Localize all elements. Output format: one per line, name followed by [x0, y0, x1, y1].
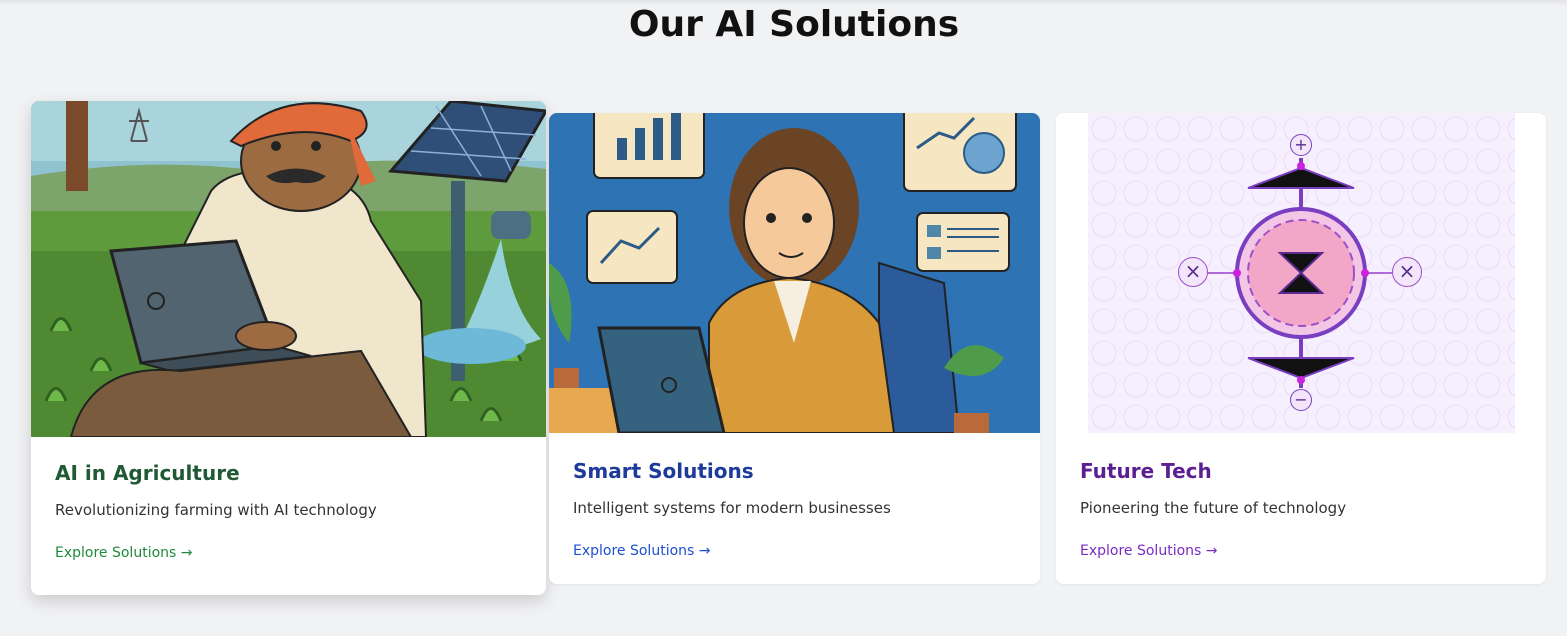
card-description: Intelligent systems for modern businesse…: [573, 499, 891, 517]
minus-icon: −: [1290, 389, 1312, 411]
card-description: Pioneering the future of technology: [1080, 499, 1347, 517]
explore-solutions-link[interactable]: Explore Solutions →: [573, 543, 711, 559]
card-future-tech[interactable]: + − × × Future Tech Pioneering the futur…: [1056, 113, 1546, 584]
card-description: Revolutionizing farming with AI technolo…: [55, 501, 377, 519]
farmer-illustration: [31, 101, 546, 437]
explore-solutions-link[interactable]: Explore Solutions →: [1080, 543, 1218, 559]
plus-icon: +: [1290, 134, 1312, 156]
card-agriculture[interactable]: AI in Agriculture Revolutionizing farmin…: [31, 101, 546, 595]
card-smart-solutions[interactable]: Smart Solutions Intelligent systems for …: [549, 113, 1040, 584]
card-title: Smart Solutions: [573, 459, 754, 483]
businesswoman-illustration: [549, 113, 1040, 433]
card-title: Future Tech: [1080, 459, 1212, 483]
card-title: AI in Agriculture: [55, 461, 240, 485]
explore-solutions-link[interactable]: Explore Solutions →: [55, 545, 193, 561]
close-icon: ×: [1392, 257, 1422, 287]
page-title: Our AI Solutions: [628, 4, 960, 45]
close-icon: ×: [1178, 257, 1208, 287]
future-tech-diagram: [1056, 113, 1546, 433]
